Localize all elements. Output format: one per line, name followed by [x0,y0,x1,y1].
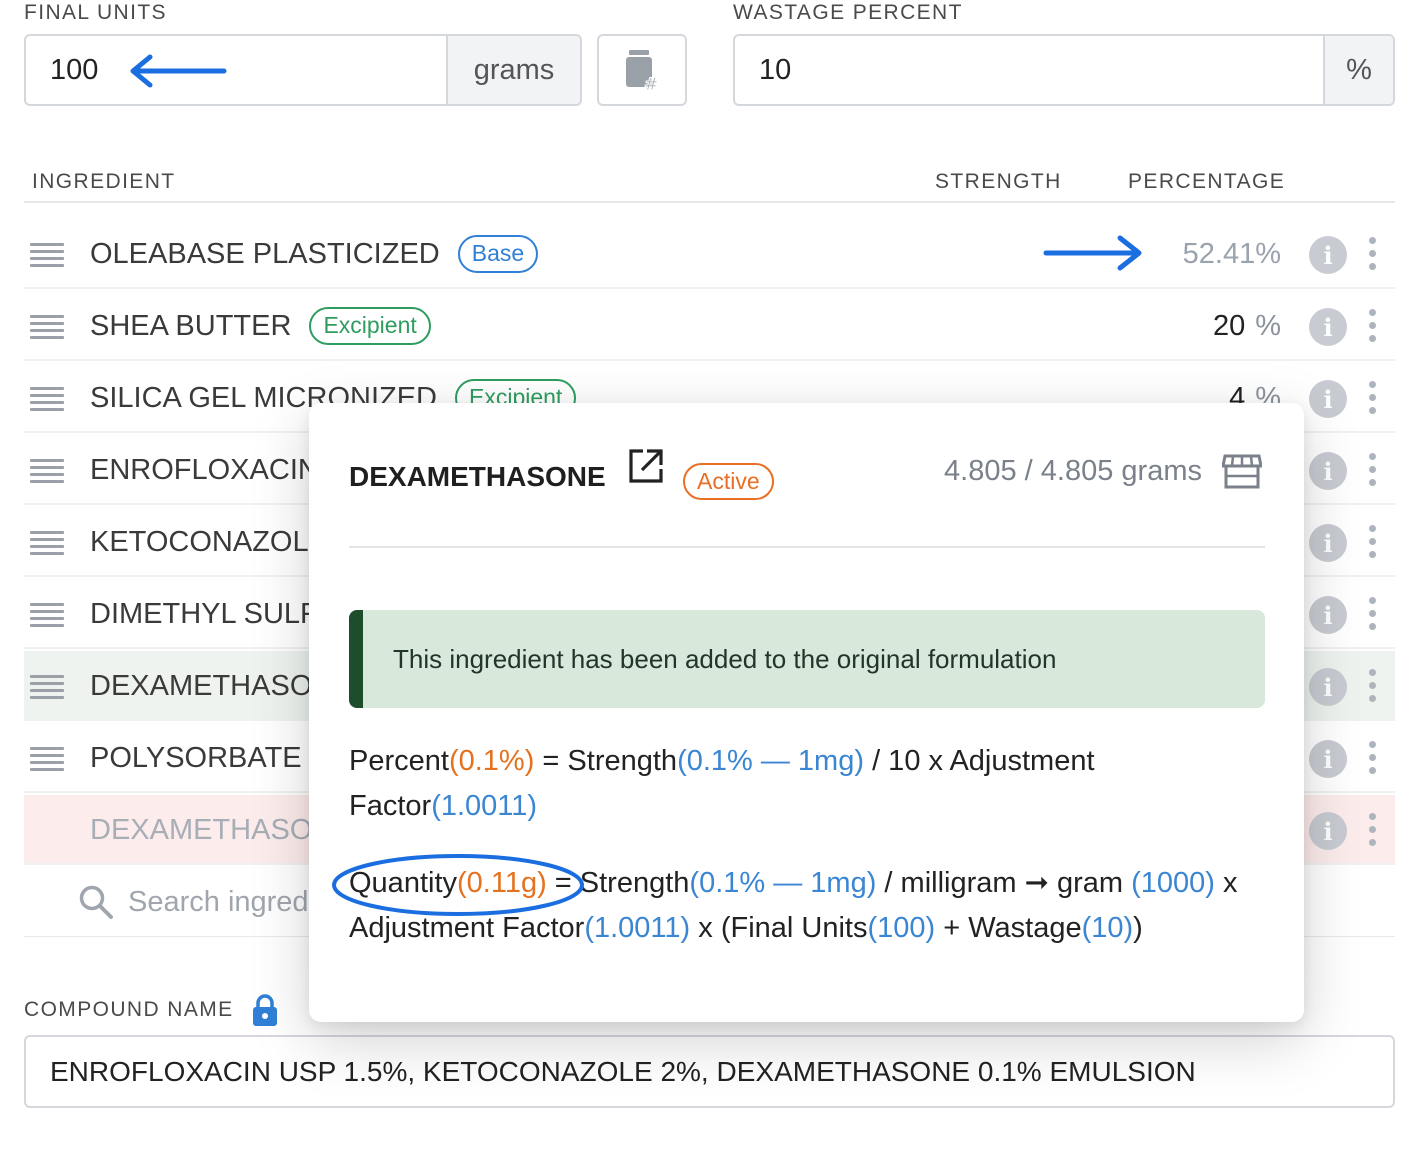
info-icon[interactable]: i [1309,308,1347,346]
info-icon[interactable]: i [1309,380,1347,418]
search-icon [79,885,113,919]
more-options-icon[interactable] [1369,237,1377,273]
percentage-value: 52.41% [1182,237,1281,270]
formula-value: (0.1% — 1mg) [677,745,865,777]
drag-handle-icon[interactable] [30,459,64,483]
info-icon[interactable]: i [1309,740,1347,778]
notice-banner: This ingredient has been added to the or… [349,610,1265,708]
ingredient-name: POLYSORBATE 8 [90,741,326,774]
excipient-badge: Excipient [309,307,431,345]
formula-term: x (Final Units [690,912,868,944]
ingredient-name: SHEA BUTTER [90,309,292,342]
drag-handle-icon[interactable] [30,387,64,411]
formula-term: Percent [349,745,449,777]
jar-hash-icon: # [626,50,659,92]
strength-header: STRENGTH [935,170,1062,193]
info-icon[interactable]: i [1309,524,1347,562]
ingredient-search[interactable]: Search ingred [78,868,309,936]
store-icon[interactable] [1222,452,1262,490]
popup-divider [349,546,1265,548]
more-options-icon[interactable] [1369,381,1377,417]
more-options-icon[interactable] [1369,309,1377,345]
ingredient-name: DEXAMETHASO [90,813,313,846]
ingredient-header: INGREDIENT [32,170,176,193]
formula-value: (1.0011) [584,912,691,944]
search-input[interactable]: Search ingred [128,886,309,919]
percentage-header: PERCENTAGE [1128,170,1286,193]
final-units-field[interactable]: 100 grams [24,34,582,106]
table-row[interactable]: OLEABASE PLASTICIZED Base 52.41% i [24,219,1395,289]
drag-handle-icon[interactable] [30,603,64,627]
formula-term: + Wastage [935,912,1082,944]
drag-handle-icon[interactable] [30,747,64,771]
external-link-icon[interactable] [627,447,665,485]
popup-amount: 4.805 / 4.805 grams [944,455,1202,487]
more-options-icon[interactable] [1369,453,1377,489]
info-icon[interactable]: i [1309,812,1347,850]
wastage-unit: % [1323,36,1393,104]
notice-text: This ingredient has been added to the or… [393,643,1057,674]
formula-term: = Strength [534,745,678,777]
formula-value: (10) [1081,912,1134,944]
annotation-arrow-left-icon [130,54,227,88]
popup-title: DEXAMETHASONE [349,461,606,492]
formula-value: (0.1% — 1mg) [689,867,877,899]
info-icon[interactable]: i [1309,236,1347,274]
formula-term: / milligram ➞ gram [876,867,1132,899]
lock-icon[interactable] [251,993,279,1032]
final-units-unit: grams [446,36,580,104]
wastage-label: WASTAGE PERCENT [733,1,963,24]
more-options-icon[interactable] [1369,597,1377,633]
drag-handle-icon[interactable] [30,243,64,267]
compound-name-label: COMPOUND NAME [24,998,234,1021]
final-units-value[interactable]: 100 [50,36,98,104]
percentage-value[interactable]: 20 [1213,310,1245,343]
notice-accent-bar [349,610,363,708]
formula-value: (1000) [1131,867,1215,899]
more-options-icon[interactable] [1369,525,1377,561]
formula-value: (100) [867,912,936,944]
active-badge: Active [683,463,774,501]
ingredient-detail-popup: DEXAMETHASONE Active 4.805 / 4.805 grams… [309,403,1304,1022]
wastage-value[interactable]: 10 [759,36,791,104]
percent-formula: Percent(0.1%) = Strength(0.1% — 1mg) / 1… [349,739,1269,829]
more-options-icon[interactable] [1369,669,1377,705]
final-units-label: FINAL UNITS [24,1,167,24]
annotation-arrow-right-icon [1043,235,1142,271]
compound-name-field[interactable]: ENROFLOXACIN USP 1.5%, KETOCONAZOLE 2%, … [24,1035,1395,1108]
compound-name-value[interactable]: ENROFLOXACIN USP 1.5%, KETOCONAZOLE 2%, … [50,1037,1196,1106]
more-options-icon[interactable] [1369,741,1377,777]
formula-value: (0.1%) [448,745,535,777]
more-options-icon[interactable] [1369,813,1377,849]
percentage-unit: % [1255,309,1281,342]
formula-value: (1.0011) [431,790,538,822]
info-icon[interactable]: i [1309,452,1347,490]
svg-text:#: # [644,75,658,92]
info-icon[interactable]: i [1309,668,1347,706]
drag-handle-icon[interactable] [30,675,64,699]
drag-handle-icon[interactable] [30,531,64,555]
table-row[interactable]: SHEA BUTTER Excipient 20% i [24,291,1395,361]
ingredient-name: DEXAMETHASO [90,669,313,702]
ingredient-name: OLEABASE PLASTICIZED [90,237,440,270]
drag-handle-icon[interactable] [30,315,64,339]
ingredient-name: ENROFLOXACIN [90,453,319,486]
wastage-field[interactable]: 10 % [733,34,1395,106]
base-badge: Base [457,235,539,273]
ingredient-name: DIMETHYL SULF [90,597,318,630]
header-divider [24,201,1395,203]
ingredient-name: KETOCONAZOLE [90,525,328,558]
unit-calculator-button[interactable]: # [597,34,687,106]
formula-term: ) [1133,912,1143,944]
info-icon[interactable]: i [1309,596,1347,634]
annotation-circle-icon [332,854,584,916]
